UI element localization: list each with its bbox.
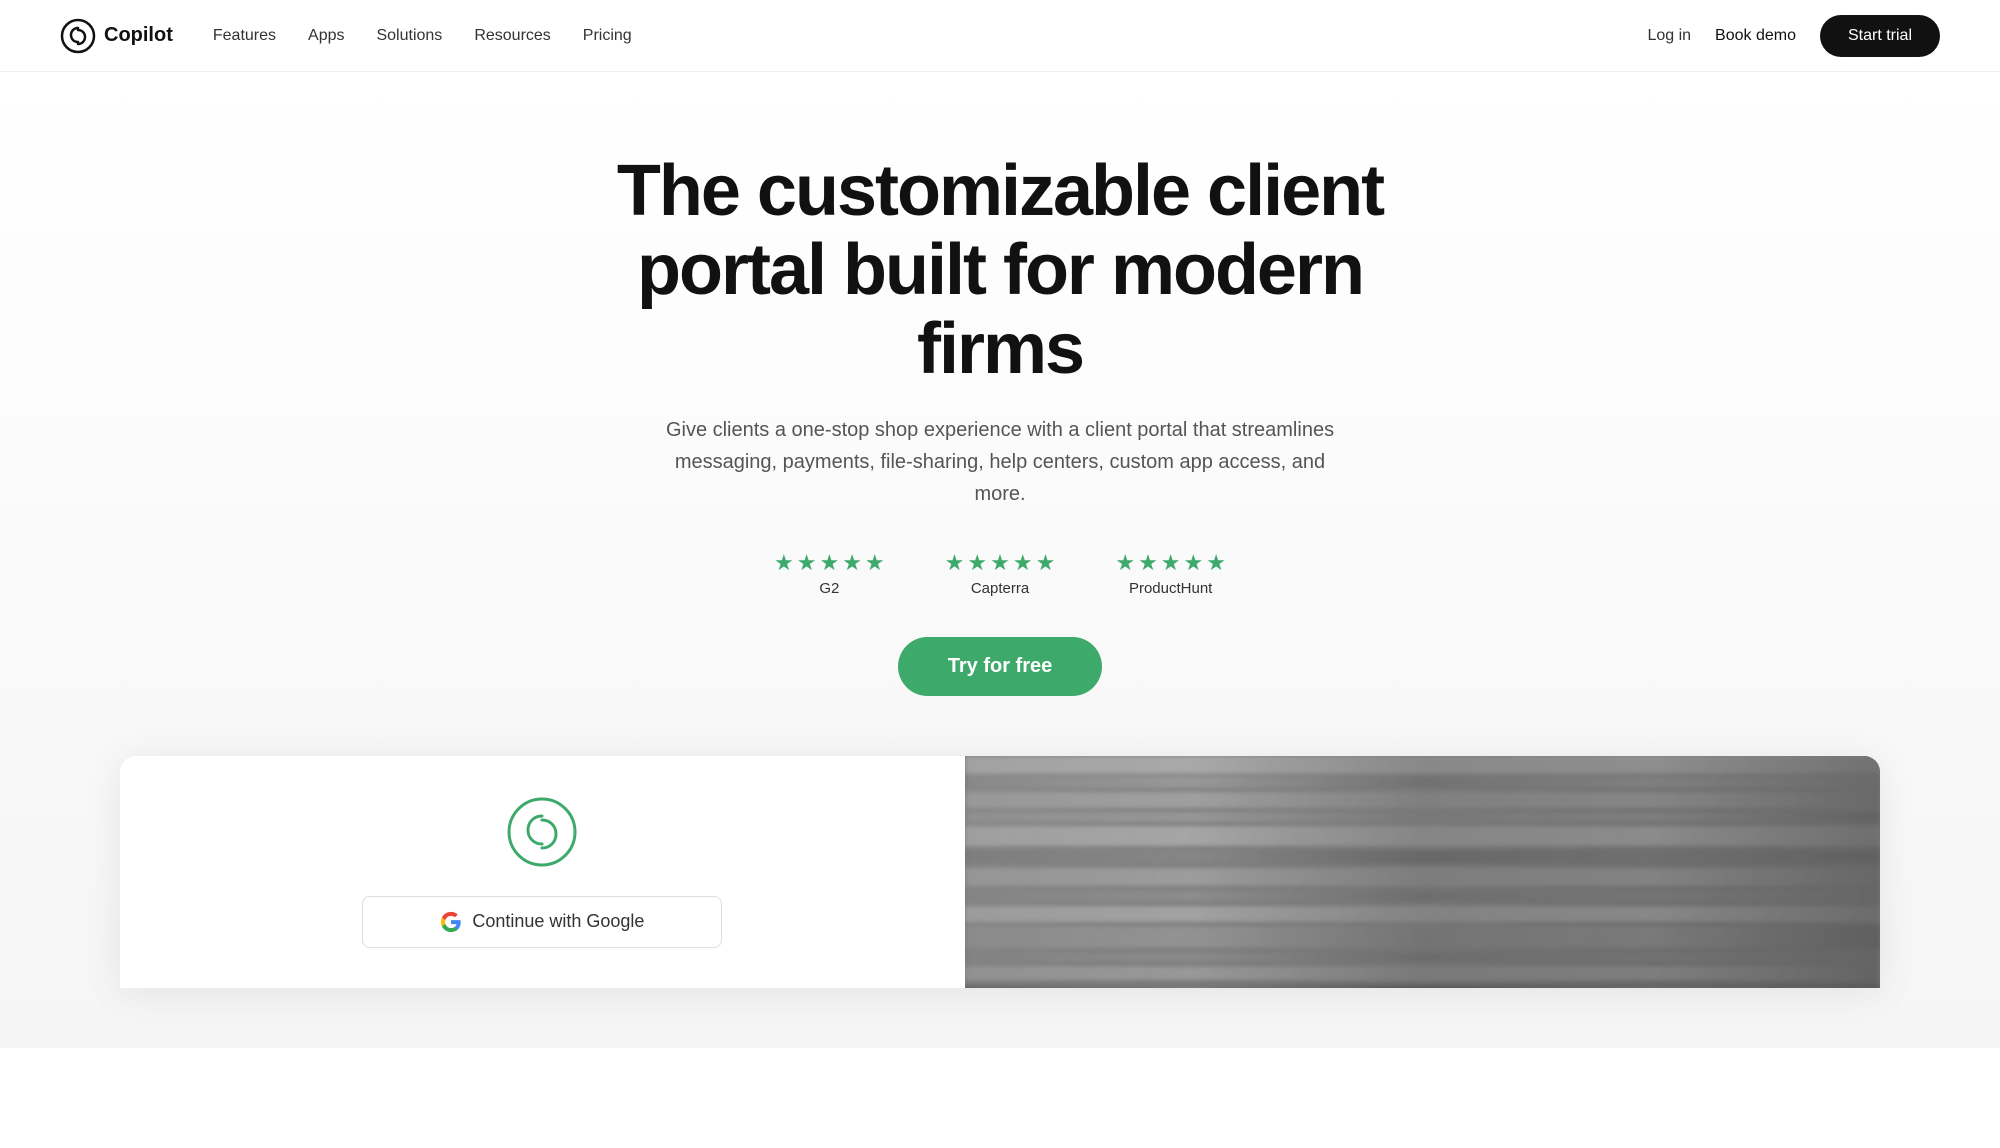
star-2: ★ [967, 550, 987, 576]
star-4: ★ [842, 550, 862, 576]
continue-google-label: Continue with Google [472, 911, 644, 932]
continue-with-google-button[interactable]: Continue with Google [362, 896, 722, 948]
capterra-stars: ★ ★ ★ ★ ★ [945, 550, 1056, 576]
star-5: ★ [865, 550, 885, 576]
nav-link-resources[interactable]: Resources [474, 27, 550, 45]
preview-copilot-icon [506, 796, 578, 868]
google-icon [440, 911, 462, 933]
star-1: ★ [1115, 550, 1135, 576]
g2-label: G2 [819, 580, 839, 597]
producthunt-label: ProductHunt [1129, 580, 1212, 597]
star-3: ★ [990, 550, 1010, 576]
star-2: ★ [797, 550, 817, 576]
star-4: ★ [1184, 550, 1204, 576]
metallic-background [965, 756, 1880, 988]
star-3: ★ [1161, 550, 1181, 576]
hero-title: The customizable client portal built for… [550, 152, 1450, 390]
logo[interactable]: Copilot [60, 18, 173, 54]
nav-link-solutions[interactable]: Solutions [376, 27, 442, 45]
try-for-free-button[interactable]: Try for free [898, 637, 1102, 696]
rating-capterra: ★ ★ ★ ★ ★ Capterra [945, 550, 1056, 597]
star-4: ★ [1013, 550, 1033, 576]
star-1: ★ [945, 550, 965, 576]
star-2: ★ [1138, 550, 1158, 576]
star-3: ★ [819, 550, 839, 576]
preview-section: Continue with Google [120, 756, 1880, 988]
g2-stars: ★ ★ ★ ★ ★ [774, 550, 885, 576]
book-demo-button[interactable]: Book demo [1715, 27, 1796, 45]
start-trial-button[interactable]: Start trial [1820, 15, 1940, 57]
nav-link-apps[interactable]: Apps [308, 27, 344, 45]
preview-image-panel [965, 756, 1880, 988]
rating-producthunt: ★ ★ ★ ★ ★ ProductHunt [1115, 550, 1226, 597]
navbar-right: Log in Book demo Start trial [1647, 15, 1940, 57]
nav-link-pricing[interactable]: Pricing [583, 27, 632, 45]
rating-g2: ★ ★ ★ ★ ★ G2 [774, 550, 885, 597]
nav-links: Features Apps Solutions Resources Pricin… [213, 27, 632, 45]
login-button[interactable]: Log in [1647, 27, 1691, 45]
ratings-section: ★ ★ ★ ★ ★ G2 ★ ★ ★ ★ ★ Capterra ★ ★ ★ [40, 550, 1960, 597]
copilot-logo-icon [60, 18, 96, 54]
preview-login-panel: Continue with Google [120, 756, 965, 988]
nav-link-features[interactable]: Features [213, 27, 276, 45]
hero-section: The customizable client portal built for… [0, 72, 2000, 1048]
star-1: ★ [774, 550, 794, 576]
producthunt-stars: ★ ★ ★ ★ ★ [1115, 550, 1226, 576]
hero-subtitle: Give clients a one-stop shop experience … [650, 414, 1350, 510]
star-5: ★ [1206, 550, 1226, 576]
navbar: Copilot Features Apps Solutions Resource… [0, 0, 2000, 72]
logo-text: Copilot [104, 24, 173, 47]
capterra-label: Capterra [971, 580, 1029, 597]
navbar-left: Copilot Features Apps Solutions Resource… [60, 18, 632, 54]
star-5: ★ [1036, 550, 1056, 576]
